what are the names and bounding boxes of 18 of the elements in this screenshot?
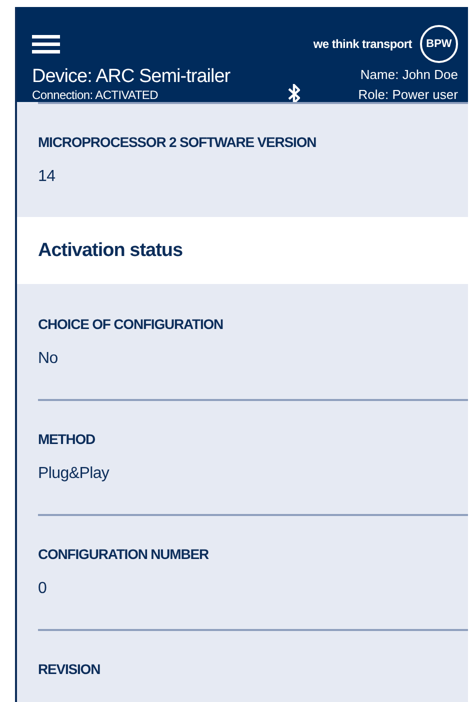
menu-icon[interactable] (32, 34, 60, 54)
field-label: MICROPROCESSOR 2 SOFTWARE VERSION (38, 134, 316, 150)
device-name: Device: ARC Semi-trailer (32, 66, 230, 88)
field-value: 14 (38, 168, 56, 186)
user-role: Role: Power user (358, 87, 458, 102)
field-label: CHOICE OF CONFIGURATION (38, 316, 224, 332)
brand-logo: BPW (420, 25, 458, 63)
field-label: CONFIGURATION NUMBER (38, 546, 209, 562)
connection-status: Connection: ACTIVATED (32, 88, 159, 102)
user-name: Name: John Doe (359, 67, 458, 82)
field-value: No (38, 350, 58, 368)
field-value: 0 (38, 580, 47, 598)
field-label: REVISION (38, 661, 100, 677)
bluetooth-icon (288, 84, 300, 104)
field-value: Plug&Play (38, 465, 110, 483)
brand-tagline: we think transport (313, 37, 412, 51)
section-heading: Activation status (38, 240, 183, 262)
field-label: METHOD (38, 431, 96, 447)
